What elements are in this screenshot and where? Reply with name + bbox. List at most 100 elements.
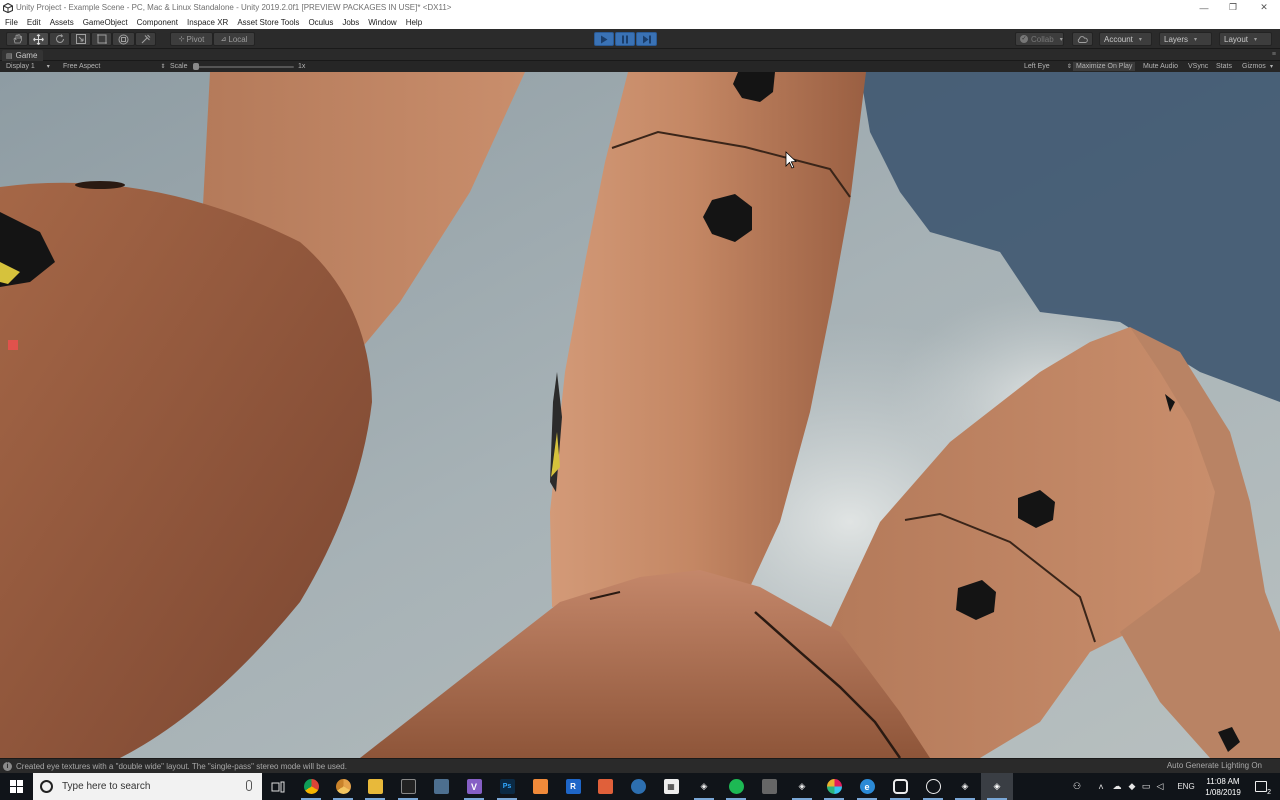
gizmos-dropdown[interactable]: Gizmos: [1242, 62, 1266, 71]
aspect-dropdown[interactable]: Free Aspect ⇕: [63, 62, 165, 71]
cloud-tray-icon[interactable]: ☁: [1109, 773, 1125, 800]
start-button[interactable]: [0, 773, 33, 800]
taskbar-app[interactable]: [392, 773, 424, 800]
joint-hole: [75, 181, 125, 189]
display-dropdown[interactable]: Display 1 ▾: [6, 62, 50, 71]
console-message[interactable]: Created eye textures with a "double wide…: [16, 762, 347, 771]
taskbar-app[interactable]: [425, 773, 457, 800]
rect-tool-button[interactable]: [91, 32, 112, 46]
calculator-icon: ▦: [663, 779, 679, 794]
move-tool-button[interactable]: [28, 32, 49, 46]
photos-icon: [433, 779, 449, 794]
taskbar-search-box[interactable]: Type here to search: [33, 773, 262, 800]
taskbar-app[interactable]: [524, 773, 556, 800]
taskbar-app[interactable]: [359, 773, 391, 800]
account-dropdown[interactable]: Account ▾: [1099, 32, 1152, 46]
scale-slider-thumb[interactable]: [193, 63, 199, 70]
eye-dropdown[interactable]: Left Eye ⇕: [1024, 62, 1072, 71]
menu-window[interactable]: Window: [363, 18, 400, 27]
custom-tool-button[interactable]: [135, 32, 156, 46]
taskbar-app[interactable]: [720, 773, 752, 800]
network-icon[interactable]: ▭: [1139, 773, 1153, 800]
taskbar-app[interactable]: [917, 773, 949, 800]
scale-tool-button[interactable]: [70, 32, 91, 46]
play-button[interactable]: [594, 32, 614, 46]
unity-icon-2: ◈: [798, 781, 806, 791]
taskbar-clock[interactable]: 11:08 AM 1/08/2019: [1198, 776, 1248, 798]
tab-menu-icon[interactable]: ≡: [1272, 51, 1276, 58]
slack-icon: [826, 779, 842, 794]
chevron-down-icon: ▾: [1270, 64, 1274, 70]
people-icon[interactable]: ⚇: [1068, 773, 1086, 800]
local-toggle[interactable]: ⊿ Local: [213, 32, 255, 46]
menu-inspace-xr[interactable]: Inspace XR: [182, 18, 232, 27]
dropbox-icon[interactable]: ◆: [1124, 773, 1140, 800]
menu-assets[interactable]: Assets: [45, 18, 78, 27]
file-explorer-icon: [367, 779, 383, 794]
close-button[interactable]: ✕: [1250, 0, 1278, 15]
menu-oculus[interactable]: Oculus: [303, 18, 337, 27]
menu-jobs[interactable]: Jobs: [337, 18, 363, 27]
display-label: Display 1: [6, 63, 35, 70]
stats-toggle[interactable]: Stats: [1216, 62, 1232, 71]
taskbar-app[interactable]: ◈: [786, 773, 818, 800]
unity-editor-window: Unity Project - Example Scene - PC, Mac …: [0, 0, 1280, 800]
volume-icon[interactable]: ◁: [1153, 773, 1167, 800]
taskbar-app[interactable]: [295, 773, 327, 800]
collab-dropdown[interactable]: ✓ Collab ▾: [1015, 32, 1064, 46]
window-title: Unity Project - Example Scene - PC, Mac …: [16, 3, 452, 12]
taskbar-app[interactable]: R: [557, 773, 589, 800]
taskbar-app[interactable]: [622, 773, 654, 800]
minimize-button[interactable]: —: [1190, 0, 1218, 15]
task-view-button[interactable]: [262, 773, 294, 800]
layout-dropdown[interactable]: Layout ▾: [1219, 32, 1272, 46]
visual-studio-icon: V: [466, 779, 482, 794]
transform-tool-button[interactable]: [112, 32, 135, 46]
windows-taskbar: Type here to search V Ps R ▦ ◈ ◈ e ◈ ◈ ⚇…: [0, 773, 1280, 800]
taskbar-app[interactable]: e: [851, 773, 883, 800]
edge-icon: e: [859, 779, 875, 794]
vsync-toggle[interactable]: VSync: [1188, 62, 1208, 71]
maximize-on-play-toggle[interactable]: Maximize On Play: [1073, 62, 1136, 71]
menu-file[interactable]: File: [0, 18, 22, 27]
pivot-label: Pivot: [186, 34, 205, 44]
layers-label: Layers: [1164, 34, 1189, 44]
unity-icon: ◈: [700, 781, 708, 791]
taskbar-app[interactable]: V: [458, 773, 490, 800]
cloud-button[interactable]: [1072, 32, 1093, 46]
scale-value: 1x: [298, 63, 306, 70]
menu-component[interactable]: Component: [132, 18, 182, 27]
taskbar-app[interactable]: ◈: [949, 773, 981, 800]
maximize-button[interactable]: ❐: [1219, 0, 1247, 15]
taskbar-app[interactable]: ▦: [655, 773, 687, 800]
language-indicator[interactable]: ENG: [1173, 773, 1199, 800]
menu-edit[interactable]: Edit: [22, 18, 45, 27]
menu-help[interactable]: Help: [401, 18, 426, 27]
menu-asset-store-tools[interactable]: Asset Store Tools: [232, 18, 303, 27]
pause-button[interactable]: [615, 32, 635, 46]
menu-gameobject[interactable]: GameObject: [78, 18, 132, 27]
taskbar-app[interactable]: ◈: [981, 773, 1013, 800]
aspect-label: Free Aspect: [63, 63, 101, 70]
local-icon: ⊿: [220, 36, 227, 43]
taskbar-app[interactable]: Ps: [491, 773, 523, 800]
taskbar-app[interactable]: [327, 773, 359, 800]
taskbar-app[interactable]: [589, 773, 621, 800]
tab-game-label: Game: [15, 51, 38, 60]
action-center-button[interactable]: 2: [1250, 773, 1272, 800]
tab-game[interactable]: ▤ Game: [2, 50, 44, 61]
rotate-tool-button[interactable]: [49, 32, 70, 46]
game-viewport[interactable]: [0, 72, 1280, 758]
chevron-up-icon[interactable]: ˄: [1094, 773, 1108, 800]
hand-tool-button[interactable]: [6, 32, 28, 46]
step-button[interactable]: [636, 32, 657, 46]
mute-audio-toggle[interactable]: Mute Audio: [1143, 62, 1178, 71]
layers-dropdown[interactable]: Layers ▾: [1159, 32, 1212, 46]
taskbar-app[interactable]: [884, 773, 916, 800]
taskbar-app[interactable]: ◈: [688, 773, 720, 800]
taskbar-app[interactable]: [753, 773, 785, 800]
pivot-toggle[interactable]: ⊹ Pivot: [170, 32, 213, 46]
taskbar-app[interactable]: [818, 773, 850, 800]
microphone-icon[interactable]: [246, 780, 252, 791]
scale-slider-track[interactable]: [194, 66, 294, 68]
